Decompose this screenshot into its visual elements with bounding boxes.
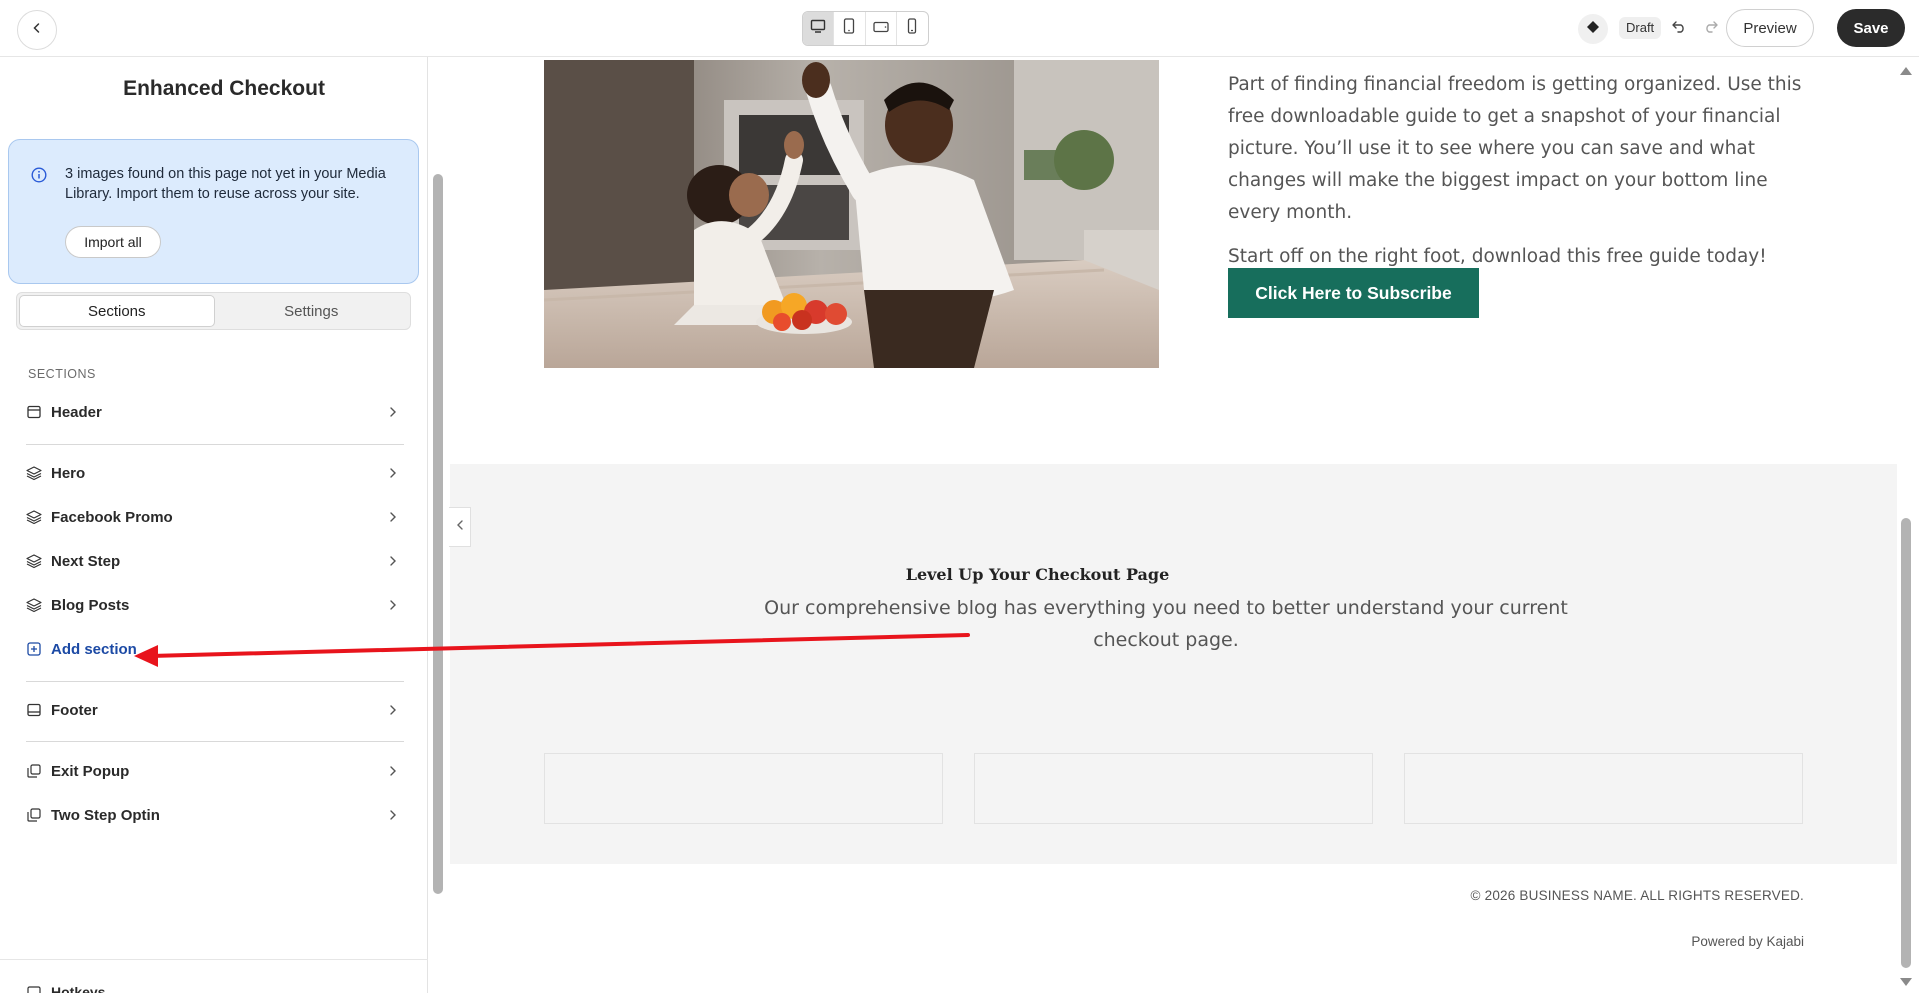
- popup-icon: [26, 763, 42, 779]
- footer-copyright: © 2026 BUSINESS NAME. ALL RIGHTS RESERVE…: [1470, 888, 1804, 903]
- main-scroll-down-icon[interactable]: [1900, 978, 1912, 986]
- blog-subtitle: Our comprehensive blog has everything yo…: [764, 597, 1568, 651]
- main-scroll-up-icon[interactable]: [1900, 67, 1912, 75]
- chevron-right-icon: [387, 765, 399, 777]
- powered-by-link[interactable]: Powered by Kajabi: [450, 934, 1804, 949]
- chevron-left-icon: [456, 518, 464, 536]
- tablet-landscape-view-button[interactable]: [866, 12, 897, 45]
- divider: [0, 959, 428, 960]
- chevron-right-icon: [387, 467, 399, 479]
- section-label: Two Step Optin: [51, 806, 160, 824]
- info-icon: [31, 167, 47, 183]
- redo-icon: [1703, 19, 1719, 38]
- status-badge: Draft: [1619, 17, 1662, 39]
- import-all-button[interactable]: Import all: [65, 226, 161, 258]
- section-item-two-step-optin[interactable]: Two Step Optin: [26, 800, 399, 830]
- section-item-exit-popup[interactable]: Exit Popup: [26, 756, 399, 786]
- blog-title: Level Up Your Checkout Page: [905, 565, 1170, 584]
- section-label: Blog Posts: [51, 596, 130, 614]
- popup-icon: [26, 807, 42, 823]
- collapse-sidebar-button[interactable]: [449, 507, 471, 547]
- blog-card[interactable]: [974, 753, 1373, 824]
- hotkeys-button[interactable]: Hotkeys: [26, 984, 105, 993]
- section-label: Exit Popup: [51, 762, 130, 780]
- hero-text: Part of finding financial freedom is get…: [1228, 69, 1808, 285]
- mobile-view-button[interactable]: [897, 12, 928, 45]
- desktop-view-button[interactable]: [803, 12, 835, 45]
- tablet-portrait-view-button[interactable]: [834, 12, 866, 45]
- back-button[interactable]: [17, 10, 57, 50]
- hero-image[interactable]: [544, 60, 1159, 368]
- undo-icon: [1671, 19, 1687, 38]
- header-layout-icon: [26, 404, 42, 420]
- layers-icon: [26, 465, 42, 481]
- import-images-notice: 3 images found on this page not yet in y…: [8, 139, 419, 284]
- section-label: Facebook Promo: [51, 508, 173, 526]
- chevron-right-icon: [387, 555, 399, 567]
- mobile-icon: [907, 18, 917, 39]
- section-item-hero[interactable]: Hero: [26, 458, 399, 488]
- chevron-right-icon: [387, 599, 399, 611]
- keyboard-icon: [26, 984, 42, 993]
- device-toggle-group: [802, 11, 929, 46]
- section-label: Footer: [51, 701, 98, 719]
- section-item-blog-posts[interactable]: Blog Posts: [26, 590, 399, 620]
- divider: [26, 681, 404, 682]
- section-item-header[interactable]: Header: [26, 397, 399, 427]
- page-preview: Part of finding financial freedom is get…: [450, 57, 1897, 993]
- tablet-landscape-icon: [872, 20, 889, 38]
- diamond-icon: [1586, 20, 1600, 39]
- layers-icon: [26, 597, 42, 613]
- section-item-facebook-promo[interactable]: Facebook Promo: [26, 502, 399, 532]
- subscribe-button[interactable]: Click Here to Subscribe: [1228, 268, 1479, 318]
- main-scrollbar-thumb[interactable]: [1901, 518, 1911, 968]
- section-item-footer[interactable]: Footer: [26, 695, 399, 725]
- redo-button[interactable]: [1700, 16, 1722, 40]
- chevron-right-icon: [387, 511, 399, 523]
- page-title: Enhanced Checkout: [123, 77, 325, 100]
- sidebar-scrollbar-thumb[interactable]: [433, 174, 443, 894]
- top-bar: Draft Preview Save: [0, 0, 1919, 57]
- layers-icon: [26, 509, 42, 525]
- divider: [26, 741, 404, 742]
- chevron-right-icon: [387, 704, 399, 716]
- chevron-right-icon: [387, 809, 399, 821]
- desktop-icon: [810, 19, 826, 38]
- notice-text: 3 images found on this page not yet in y…: [65, 166, 386, 202]
- hero-paragraph: Part of finding financial freedom is get…: [1228, 74, 1802, 223]
- blog-posts-section: Level Up Your Checkout Page Our comprehe…: [450, 464, 1897, 864]
- layers-icon: [26, 553, 42, 569]
- sidebar-tabs: Sections Settings: [16, 292, 411, 330]
- undo-button[interactable]: [1668, 16, 1690, 40]
- ai-assistant-button[interactable]: [1578, 14, 1608, 44]
- section-label: Header: [51, 403, 102, 421]
- plus-square-icon: [26, 641, 42, 657]
- section-label: Next Step: [51, 552, 121, 570]
- preview-button[interactable]: Preview: [1726, 9, 1814, 47]
- sections-heading: SECTIONS: [28, 367, 96, 381]
- chevron-right-icon: [387, 406, 399, 418]
- save-button[interactable]: Save: [1837, 9, 1905, 47]
- divider: [26, 444, 404, 445]
- editor-sidebar: Enhanced Checkout 3 images found on this…: [0, 57, 443, 993]
- add-section-label: Add section: [51, 640, 137, 658]
- footer-layout-icon: [26, 702, 42, 718]
- section-label: Hero: [51, 464, 86, 482]
- tab-settings[interactable]: Settings: [215, 295, 409, 327]
- blog-card[interactable]: [544, 753, 943, 824]
- tablet-portrait-icon: [843, 18, 855, 39]
- chevron-left-icon: [31, 21, 43, 39]
- section-item-next-step[interactable]: Next Step: [26, 546, 399, 576]
- blog-card[interactable]: [1404, 753, 1803, 824]
- add-section-button[interactable]: Add section: [26, 634, 399, 664]
- hotkeys-label: Hotkeys: [51, 984, 106, 993]
- tab-sections[interactable]: Sections: [19, 295, 215, 327]
